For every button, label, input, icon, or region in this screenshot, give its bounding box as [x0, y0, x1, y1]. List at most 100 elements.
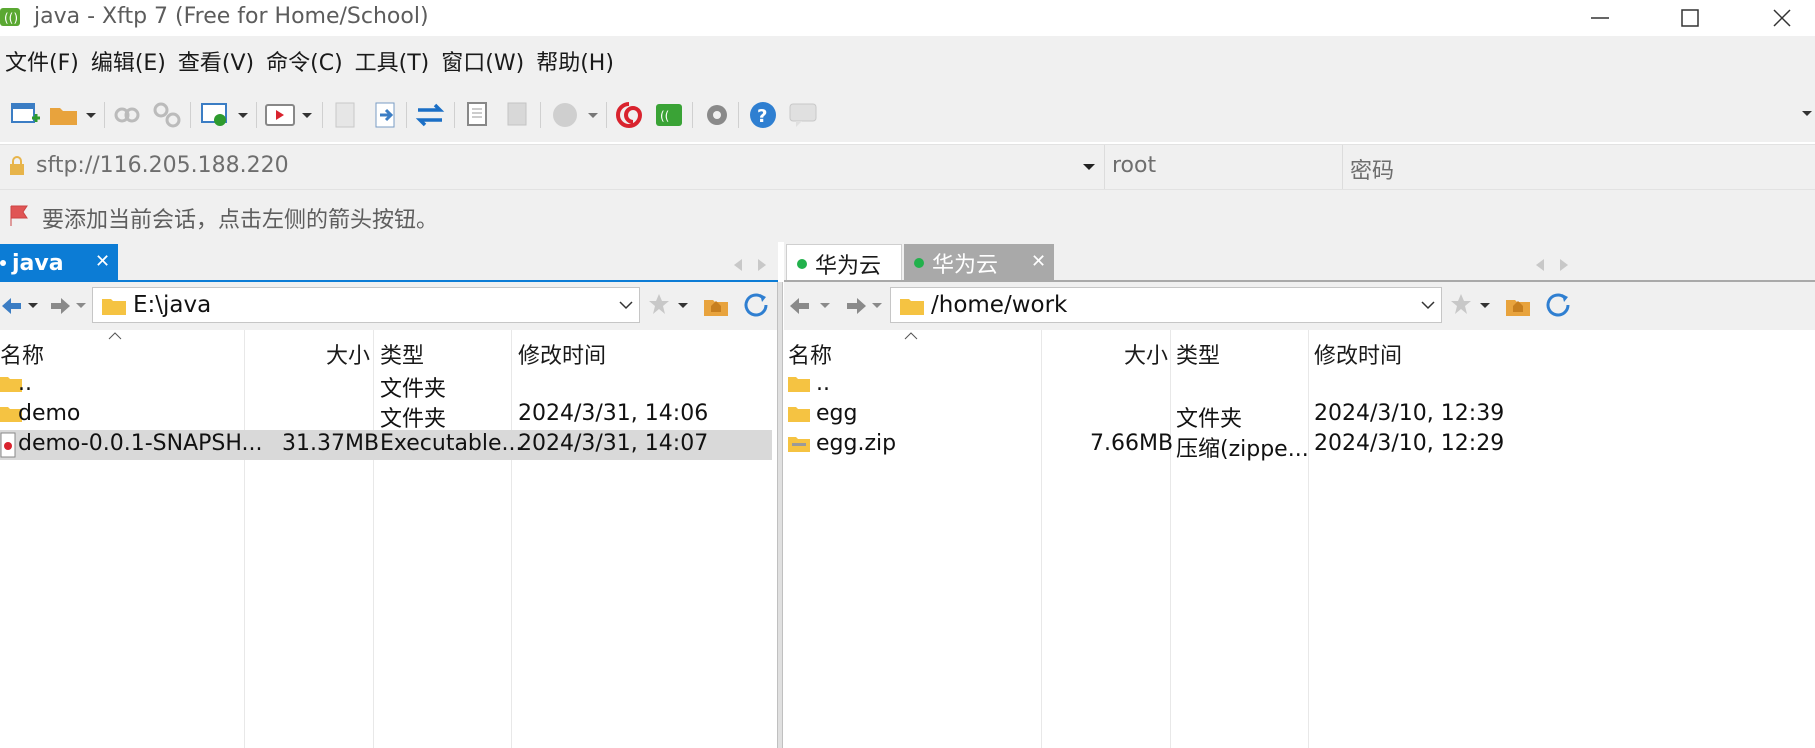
svg-text:((: ((	[660, 109, 669, 123]
session-properties-icon[interactable]	[200, 100, 252, 130]
folder-icon	[102, 299, 126, 315]
tab-scroll-right-icon[interactable]	[1558, 258, 1570, 272]
menu-command[interactable]: 命令(C)	[261, 45, 350, 77]
right-nav-bar: /home/work	[784, 282, 1815, 330]
tab-scroll-left-icon[interactable]	[732, 258, 744, 272]
file-type: Executable...	[380, 431, 523, 456]
chevron-down-icon[interactable]	[1421, 301, 1435, 311]
minimize-icon	[1591, 17, 1609, 19]
minimize-button[interactable]	[1570, 0, 1630, 36]
open-folder-icon[interactable]	[48, 100, 98, 130]
chevron-down-icon[interactable]	[619, 301, 633, 311]
file-size: 31.37MB	[282, 431, 380, 456]
tab-close-icon[interactable]: ✕	[95, 251, 110, 272]
new-session-icon[interactable]	[10, 100, 42, 130]
host-address-input[interactable]: sftp://116.205.188.220	[36, 153, 289, 178]
tab-java[interactable]: java ✕	[0, 244, 118, 282]
gear-icon[interactable]	[702, 100, 732, 130]
chat-icon[interactable]	[788, 100, 818, 130]
copy-icon[interactable]	[464, 100, 492, 130]
toolbar-overflow-icon[interactable]	[1800, 106, 1814, 136]
file-modified: 2024/3/10, 12:29	[1314, 431, 1505, 456]
tab-label: 华为云	[815, 253, 882, 279]
sync-icon[interactable]	[414, 100, 446, 130]
help-icon[interactable]: ?	[748, 100, 778, 130]
remote-file-pane: /home/work 名称 大小 类型 修改时间 .. egg 文件夹 2024…	[784, 282, 1815, 748]
menu-help[interactable]: 帮助(H)	[531, 45, 621, 77]
file-type: 文件夹	[380, 377, 447, 402]
forward-icon[interactable]	[44, 294, 88, 318]
chevron-down-icon[interactable]	[1082, 161, 1096, 173]
menu-edit[interactable]: 编辑(E)	[86, 45, 173, 77]
svg-text:?: ?	[757, 106, 767, 127]
refresh-icon[interactable]	[742, 292, 772, 318]
xftp-app-icon: (()	[0, 8, 20, 26]
file-row[interactable]: egg 文件夹 2024/3/10, 12:39	[784, 400, 1815, 432]
file-row[interactable]: ..	[784, 370, 1815, 400]
home-folder-icon[interactable]	[1504, 292, 1532, 318]
favorites-star-icon[interactable]	[648, 292, 694, 318]
tab-huaweicloud-2[interactable]: 华为云 ✕	[904, 244, 1054, 282]
menu-file[interactable]: 文件(F)	[0, 45, 86, 77]
close-icon	[1773, 9, 1791, 27]
title-bar: (() java - Xftp 7 (Free for Home/School)	[0, 0, 1815, 36]
file-type: 文件夹	[380, 407, 447, 432]
maximize-button[interactable]	[1660, 0, 1720, 36]
username-input[interactable]: root	[1112, 153, 1156, 178]
column-header-type[interactable]: 类型	[1176, 338, 1220, 370]
column-header-size[interactable]: 大小	[1124, 338, 1168, 370]
tab-scroll-right-icon[interactable]	[756, 258, 768, 272]
home-folder-icon[interactable]	[702, 292, 730, 318]
left-file-list-header: 名称 大小 类型 修改时间	[0, 330, 778, 370]
connected-status-icon	[797, 258, 807, 269]
forward-icon[interactable]	[840, 294, 884, 318]
favorites-star-icon[interactable]	[1450, 292, 1496, 318]
upload-icon[interactable]	[332, 100, 360, 130]
file-row[interactable]: .. 文件夹	[0, 370, 778, 402]
file-row-selected[interactable]: demo-0.0.1-SNAPSH... 31.37MB Executable.…	[0, 430, 772, 460]
file-name: ..	[816, 371, 830, 396]
file-row[interactable]: demo 文件夹 2024/3/31, 14:06	[0, 400, 778, 432]
file-size: 7.66MB	[1090, 431, 1174, 456]
connect-icon[interactable]	[112, 100, 142, 130]
sort-ascending-icon	[108, 332, 122, 340]
close-button[interactable]	[1752, 0, 1812, 36]
left-tab-strip: java ✕	[0, 242, 778, 282]
transfer-icon[interactable]	[372, 100, 400, 130]
jar-file-icon	[0, 432, 16, 458]
xshell-icon[interactable]	[614, 100, 644, 130]
add-session-arrow-icon[interactable]	[8, 204, 32, 228]
menu-window[interactable]: 窗口(W)	[436, 45, 531, 77]
column-header-name[interactable]: 名称	[0, 338, 44, 370]
encoding-icon[interactable]	[550, 100, 602, 130]
tab-close-icon[interactable]: ✕	[1031, 251, 1046, 272]
terminal-icon[interactable]	[264, 100, 316, 130]
address-bar: sftp://116.205.188.220 root 密码	[0, 144, 1815, 190]
local-path-input[interactable]: E:\java	[92, 287, 640, 323]
column-header-modified[interactable]: 修改时间	[518, 338, 606, 370]
refresh-icon[interactable]	[1544, 292, 1574, 318]
folder-icon	[788, 377, 810, 392]
back-icon[interactable]	[0, 294, 40, 318]
column-header-modified[interactable]: 修改时间	[1314, 338, 1402, 370]
sort-ascending-icon	[904, 332, 918, 340]
local-file-pane: E:\java 名称 大小 类型 修改时间 .. 文件夹 demo 文件夹 20…	[0, 282, 778, 748]
file-row[interactable]: egg.zip 7.66MB 压缩(zippe... 2024/3/10, 12…	[784, 430, 1815, 462]
right-file-list-header: 名称 大小 类型 修改时间	[784, 330, 1815, 370]
remote-path-input[interactable]: /home/work	[890, 287, 1442, 323]
menu-tools[interactable]: 工具(T)	[350, 45, 437, 77]
session-hint-text: 要添加当前会话，点击左侧的箭头按钮。	[42, 208, 439, 233]
pane-splitter[interactable]	[777, 282, 783, 748]
xftp-icon[interactable]: ((	[654, 100, 684, 130]
disconnect-icon[interactable]	[152, 100, 182, 130]
password-input[interactable]: 密码	[1350, 153, 1394, 185]
menu-view[interactable]: 查看(V)	[173, 45, 261, 77]
column-header-type[interactable]: 类型	[380, 338, 424, 370]
column-header-size[interactable]: 大小	[326, 338, 370, 370]
back-icon[interactable]	[788, 294, 832, 318]
column-header-name[interactable]: 名称	[788, 338, 832, 370]
tab-scroll-left-icon[interactable]	[1534, 258, 1546, 272]
paste-icon[interactable]	[504, 100, 532, 130]
tab-huaweicloud-1[interactable]: 华为云	[786, 244, 902, 282]
session-hint-bar: 要添加当前会话，点击左侧的箭头按钮。	[0, 190, 1815, 242]
